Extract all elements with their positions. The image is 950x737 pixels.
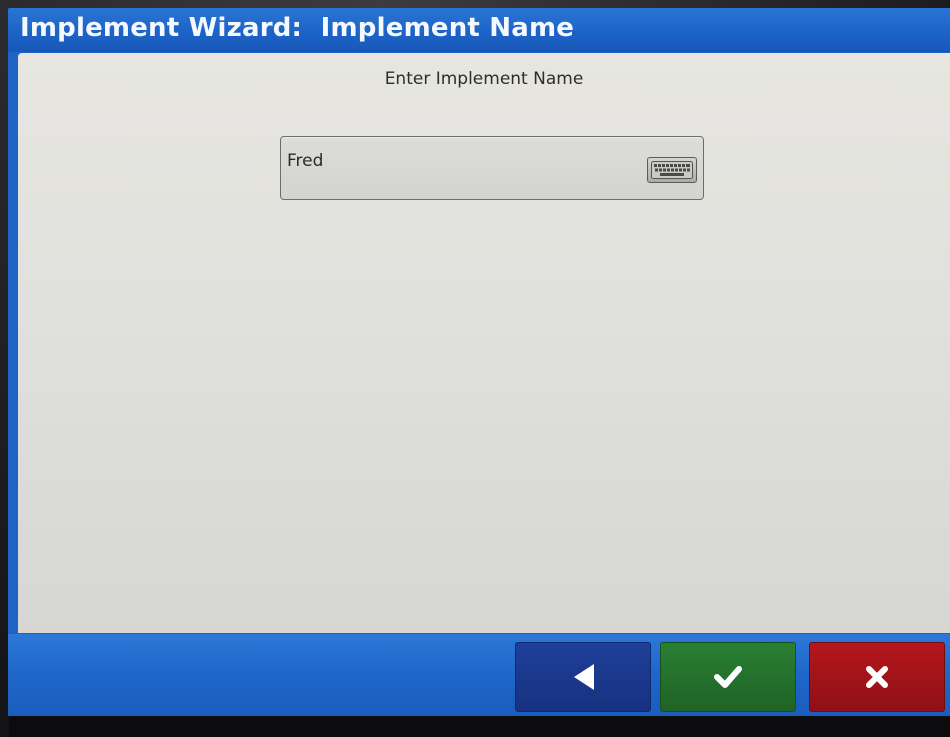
implement-name-value: Fred [287,151,324,171]
name-prompt-label: Enter Implement Name [384,69,584,89]
page-title: Implement Wizard: Implement Name [20,13,575,43]
implement-name-field[interactable]: Fred [280,136,704,200]
back-button[interactable] [515,642,651,712]
display-screen: Implement Wizard: Implement Name Enter I… [8,8,950,716]
title-bar: Implement Wizard: Implement Name [8,8,950,52]
confirm-button[interactable] [660,642,796,712]
keyboard-icon [651,161,693,179]
cancel-button[interactable] [809,642,945,712]
close-icon [866,666,888,688]
keyboard-button[interactable] [647,157,697,183]
bottom-action-bar [8,634,950,716]
content-panel: Enter Implement Name Fred [18,53,950,633]
checkmark-icon [714,666,742,688]
back-arrow-icon [574,664,594,690]
